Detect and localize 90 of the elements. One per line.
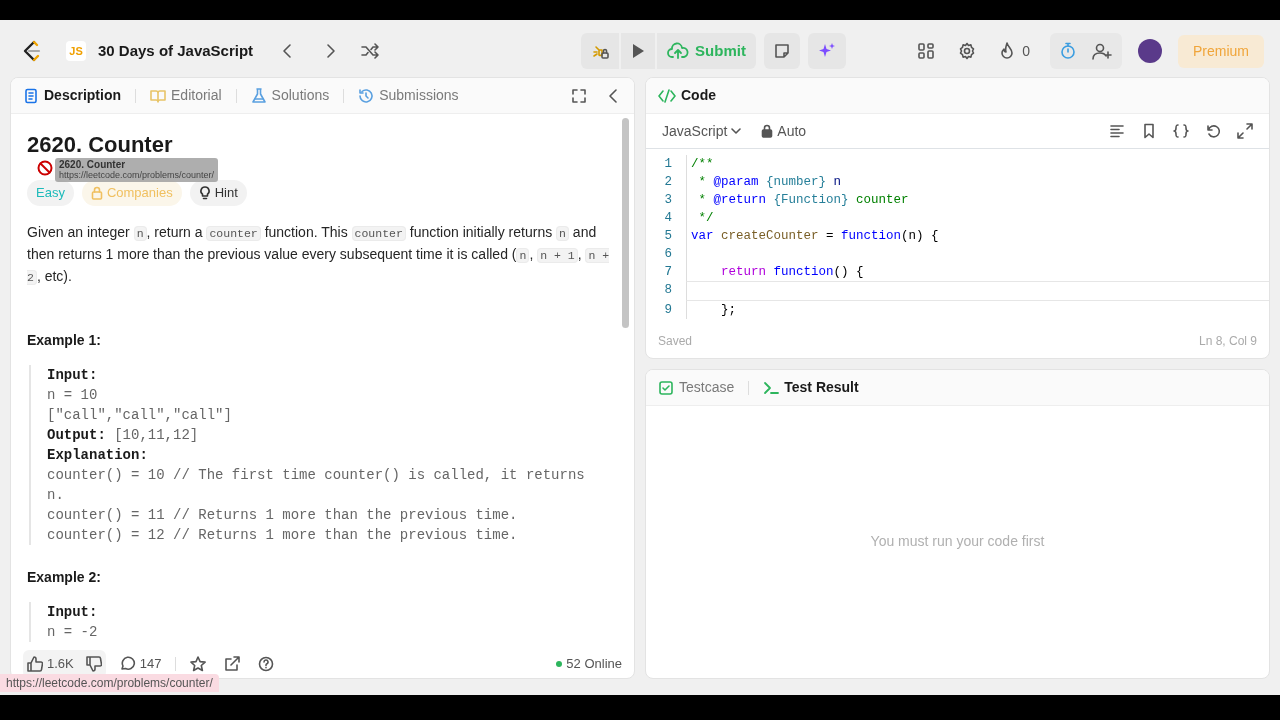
lock-icon xyxy=(761,124,774,138)
example-line: counter() = 12 // Returns 1 more than the previous time. xyxy=(47,525,519,545)
example-line: ["call","call","call"] xyxy=(47,405,233,425)
chevron-right-icon xyxy=(325,43,338,59)
avatar[interactable] xyxy=(1138,39,1162,63)
line-number: 9 xyxy=(663,302,673,319)
line-number: 1 xyxy=(663,156,673,173)
example-line: n = -2 xyxy=(47,622,99,642)
note-icon xyxy=(773,43,790,59)
panel-tab[interactable]: Description xyxy=(23,85,121,106)
ai-sparkle-button[interactable] xyxy=(807,33,846,69)
notes-button[interactable] xyxy=(763,33,800,69)
caret-icon xyxy=(731,127,742,135)
not-allowed-cursor-icon xyxy=(37,160,53,176)
example-line: Input: xyxy=(47,602,99,622)
lightbulb-icon xyxy=(198,186,211,201)
problem-title: 2620. Counter xyxy=(27,132,173,159)
line-number: 2 xyxy=(663,174,673,191)
panel-tab[interactable]: Submissions xyxy=(358,85,459,106)
undo-icon xyxy=(1205,123,1221,139)
thumbs-down-icon xyxy=(85,656,102,672)
stopwatch-icon xyxy=(1060,42,1076,60)
panel-tab[interactable]: Testcase xyxy=(658,377,735,398)
scrollbar[interactable] xyxy=(622,118,629,328)
study-plan-title[interactable]: 30 Days of JavaScript xyxy=(98,39,254,63)
line-number: 6 xyxy=(663,246,673,263)
braces-icon xyxy=(1173,123,1189,139)
line-number: 5 xyxy=(663,228,673,245)
external-link-icon xyxy=(224,656,241,672)
help-icon xyxy=(258,656,275,672)
line-number: 8 xyxy=(663,282,673,299)
flask-icon xyxy=(250,87,267,104)
book-icon xyxy=(150,87,166,104)
align-left-icon xyxy=(1109,123,1125,139)
example-line: counter() = 11 // Returns 1 more than the previous time. xyxy=(47,505,519,525)
save-status: Saved xyxy=(658,333,693,350)
flame-icon xyxy=(1000,42,1015,60)
code-tab[interactable]: Code xyxy=(658,85,716,106)
play-icon xyxy=(631,43,646,59)
auto-mode-button[interactable]: Auto xyxy=(757,116,811,146)
language-select[interactable]: JavaScript xyxy=(658,116,746,146)
panel-tab[interactable]: Test Result xyxy=(763,377,859,398)
settings-icon xyxy=(958,42,977,60)
expand-icon xyxy=(1237,123,1253,139)
example-heading: Example 2: xyxy=(27,567,102,587)
bookmark-icon xyxy=(1141,123,1157,139)
debug-button[interactable] xyxy=(581,33,620,69)
example-line: n = 10 xyxy=(47,385,99,405)
study-plan-badge: JS xyxy=(66,41,86,61)
cursor-position: Ln 8, Col 9 xyxy=(1198,333,1257,350)
line-number: 7 xyxy=(663,264,673,281)
grid-icon xyxy=(918,43,935,59)
thumbs-up-icon xyxy=(27,656,43,672)
example-heading: Example 1: xyxy=(27,330,102,350)
code-line: * @return {Function} counter xyxy=(686,191,1269,209)
person-add-icon xyxy=(1092,42,1112,60)
run-button[interactable] xyxy=(621,33,656,69)
shuffle-icon xyxy=(361,43,380,59)
online-count: 52 Online xyxy=(556,654,622,674)
line-number: 4 xyxy=(663,210,673,227)
panel-tab[interactable]: Editorial xyxy=(150,85,222,106)
example-line: Input: xyxy=(47,365,99,385)
code-icon xyxy=(658,87,676,104)
chevron-left-icon xyxy=(281,43,294,59)
status-url: https://leetcode.com/problems/counter/ xyxy=(0,674,219,692)
lock-icon xyxy=(90,186,103,201)
terminal-icon xyxy=(763,379,780,396)
code-line: */ xyxy=(686,209,1269,227)
code-line: /** xyxy=(686,155,1269,173)
expand-icon xyxy=(572,88,586,103)
document-icon xyxy=(23,87,39,104)
star-icon xyxy=(190,656,207,672)
cloud-upload-icon xyxy=(667,42,690,60)
line-number: 3 xyxy=(663,192,673,209)
streak-button[interactable]: 0 xyxy=(996,36,1034,66)
link-tooltip: 2620. Counter https://leetcode.com/problems/counter/ xyxy=(55,158,219,182)
hint-tag[interactable]: Hint xyxy=(189,180,247,206)
example-line: counter() = 10 // The first time counter() is called, it returns n. xyxy=(47,465,586,505)
chevron-left-icon xyxy=(608,88,618,103)
code-line: return function() { xyxy=(686,263,1269,281)
history-icon xyxy=(358,87,375,104)
checkbox-icon xyxy=(658,379,674,396)
comment-icon xyxy=(119,656,136,672)
code-line: var createCounter = function(n) { xyxy=(686,227,1269,245)
example-line: Output: [10,11,12] xyxy=(47,425,200,445)
code-line: }; xyxy=(686,301,1269,319)
example-line: Explanation: xyxy=(47,445,149,465)
panel-tab[interactable]: Solutions xyxy=(250,85,330,106)
empty-result-message: You must run your code first xyxy=(870,531,1045,551)
code-line: * @param {number} n xyxy=(686,173,1269,191)
